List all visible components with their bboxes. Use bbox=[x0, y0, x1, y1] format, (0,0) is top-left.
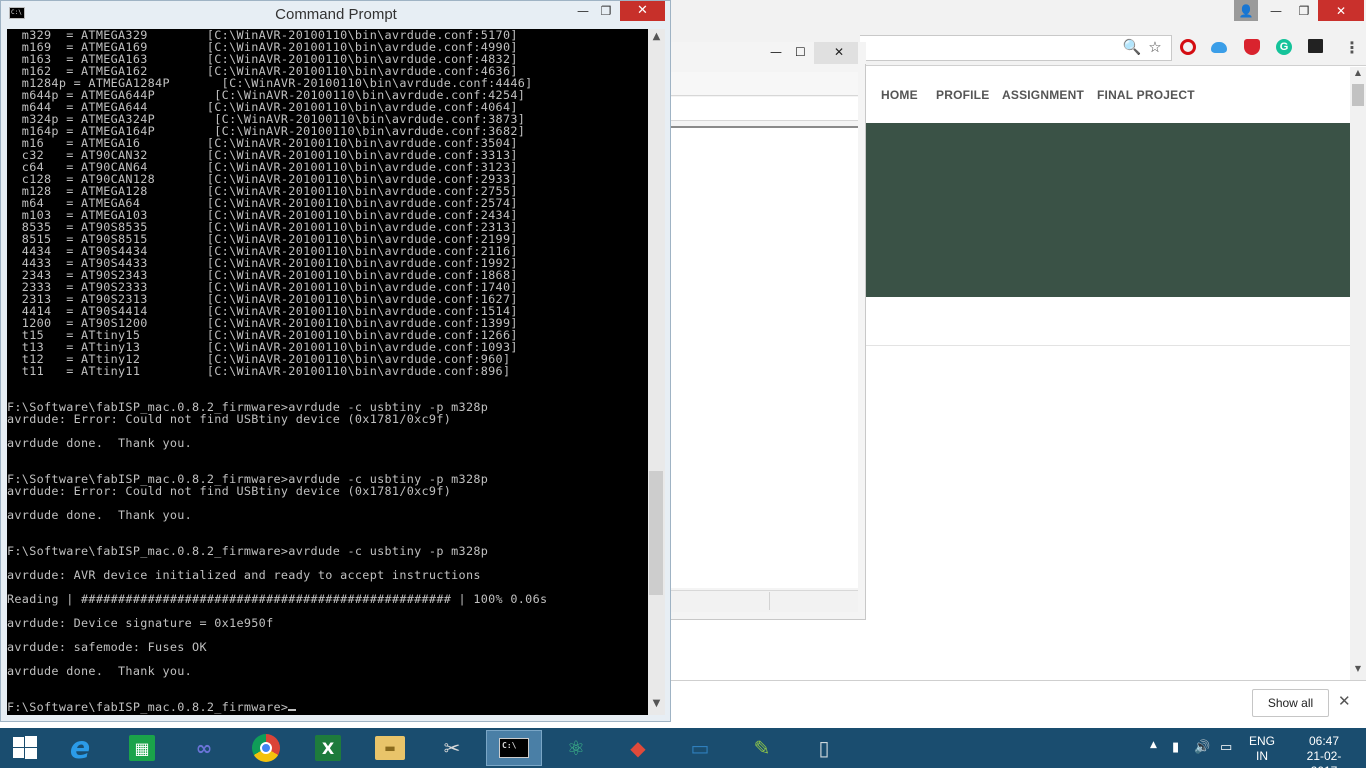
notepad-plus-icon: ✎ bbox=[753, 736, 771, 760]
restore-button[interactable]: ❐ bbox=[594, 1, 618, 21]
console-text: m329 = ATMEGA329 [C:\WinAVR-20100110\bin… bbox=[7, 29, 548, 714]
scroll-down-arrow-icon[interactable]: ▼ bbox=[648, 698, 665, 714]
photo-viewer-icon: ▭ bbox=[690, 736, 710, 760]
internet-explorer-icon: e bbox=[69, 730, 91, 766]
statusbar-divider bbox=[769, 592, 770, 610]
minimize-button[interactable]: — bbox=[571, 1, 595, 21]
battery-icon[interactable]: ▭ bbox=[1220, 740, 1232, 755]
excel-icon: X bbox=[315, 735, 341, 761]
nav-final-project-link[interactable]: FINAL PROJECT bbox=[1097, 88, 1195, 102]
infinity-app-icon: ∞ bbox=[195, 736, 213, 760]
nav-home-link[interactable]: HOME bbox=[881, 88, 918, 102]
usb-device-icon: ▯ bbox=[818, 736, 830, 760]
store-icon: ▦ bbox=[129, 735, 155, 761]
scroll-up-arrow-icon[interactable]: ▲ bbox=[1350, 68, 1366, 82]
taskbar-app-button[interactable]: X bbox=[300, 730, 356, 766]
console-output[interactable]: m329 = ATMEGA329 [C:\WinAVR-20100110\bin… bbox=[7, 29, 648, 715]
taskbar-app-button[interactable]: C:\ bbox=[486, 730, 542, 766]
cmd-window-icon[interactable]: C:\ bbox=[9, 7, 25, 19]
clock-time: 06:47 bbox=[1308, 734, 1340, 748]
taskbar-app-button[interactable]: ▦ bbox=[114, 730, 170, 766]
browser-minimize-button[interactable]: — bbox=[1262, 0, 1290, 21]
scroll-up-arrow-icon[interactable]: ▲ bbox=[648, 31, 665, 47]
gem-app-icon: ◆ bbox=[630, 736, 646, 760]
file-explorer-icon: ▬ bbox=[375, 736, 405, 760]
taskbar-app-button[interactable]: ⚛ bbox=[548, 730, 604, 766]
taskbar-app-button[interactable]: ▭ bbox=[672, 730, 728, 766]
console-scrollbar-thumb[interactable] bbox=[649, 471, 663, 595]
taskbar-app-button[interactable]: ◆ bbox=[610, 730, 666, 766]
taskbar-app-button[interactable]: ∞ bbox=[176, 730, 232, 766]
background-window-maximize-button[interactable]: ☐ bbox=[795, 45, 806, 59]
taskbar-app-button[interactable]: ▯ bbox=[796, 730, 852, 766]
background-window-close-button[interactable]: ✕ bbox=[834, 45, 844, 59]
grammarly-icon[interactable]: G bbox=[1276, 39, 1292, 55]
language-code: ENG bbox=[1249, 734, 1276, 748]
taskbar-app-button[interactable]: ▬ bbox=[362, 730, 418, 766]
section-divider bbox=[866, 345, 1350, 346]
chrome-icon: ● bbox=[252, 734, 280, 762]
zoom-icon[interactable]: 🔍 bbox=[1122, 37, 1142, 57]
atom-icon: ⚛ bbox=[567, 736, 585, 760]
taskbar-app-button[interactable]: ✎ bbox=[734, 730, 790, 766]
background-window-minimize-button[interactable]: — bbox=[770, 45, 782, 59]
windows-logo-icon bbox=[13, 748, 24, 758]
scroll-down-arrow-icon[interactable]: ▼ bbox=[1350, 664, 1366, 678]
page-scrollbar[interactable] bbox=[1350, 67, 1366, 680]
console-scrollbar[interactable] bbox=[648, 29, 665, 715]
chrome-center-icon bbox=[260, 742, 272, 754]
background-window-addressbar bbox=[666, 97, 858, 121]
network-signal-icon[interactable]: ▮ bbox=[1172, 740, 1179, 755]
text-cursor bbox=[288, 709, 297, 711]
volume-icon[interactable]: 🔊 bbox=[1194, 740, 1210, 755]
system-clock[interactable]: 06:47 21-02-2017 bbox=[1296, 734, 1352, 768]
show-hidden-icons-icon[interactable]: ▲ bbox=[1150, 740, 1157, 750]
background-window-content bbox=[666, 126, 858, 588]
input-language-indicator[interactable]: ENG IN bbox=[1249, 734, 1275, 764]
box-icon[interactable] bbox=[1308, 39, 1323, 53]
browser-close-button[interactable]: ✕ bbox=[1318, 0, 1364, 21]
page-scrollbar-thumb[interactable] bbox=[1352, 84, 1364, 106]
opera-icon[interactable] bbox=[1180, 39, 1196, 55]
command-prompt-icon: C:\ bbox=[499, 738, 529, 758]
hero-banner bbox=[866, 123, 1350, 297]
windows-logo-icon bbox=[25, 748, 37, 759]
profile-icon[interactable]: 👤 bbox=[1234, 0, 1258, 21]
command-prompt-window: C:\ Command Prompt — ❐ ✕ m329 = ATMEGA32… bbox=[0, 0, 671, 722]
clock-date: 21-02-2017 bbox=[1306, 749, 1342, 768]
windows-logo-icon bbox=[25, 736, 37, 747]
shield-icon[interactable] bbox=[1244, 39, 1260, 55]
close-download-shelf-icon[interactable]: ✕ bbox=[1338, 692, 1351, 710]
nav-assignment-link[interactable]: ASSIGNMENT bbox=[1002, 88, 1084, 102]
show-all-downloads-button[interactable]: Show all bbox=[1252, 689, 1329, 717]
chrome-menu-icon[interactable]: ⋮ bbox=[1344, 38, 1360, 57]
bookmark-star-icon[interactable]: ☆ bbox=[1145, 37, 1165, 57]
region-code: IN bbox=[1256, 749, 1268, 763]
cloud-icon[interactable] bbox=[1211, 42, 1227, 53]
close-button[interactable]: ✕ bbox=[620, 1, 665, 21]
start-button[interactable] bbox=[0, 728, 48, 768]
nav-profile-link[interactable]: PROFILE bbox=[936, 88, 989, 102]
windows-logo-icon bbox=[13, 737, 24, 747]
taskbar-app-button[interactable]: e bbox=[52, 730, 108, 766]
taskbar-app-button[interactable]: ● bbox=[238, 730, 294, 766]
window-title: Command Prompt bbox=[275, 6, 397, 23]
background-window-statusbar bbox=[666, 590, 858, 612]
paint-app-icon: ✂ bbox=[443, 736, 461, 760]
background-window-toolbar bbox=[666, 72, 858, 96]
browser-restore-button[interactable]: ❐ bbox=[1290, 0, 1318, 21]
taskbar-app-button[interactable]: ✂ bbox=[424, 730, 480, 766]
